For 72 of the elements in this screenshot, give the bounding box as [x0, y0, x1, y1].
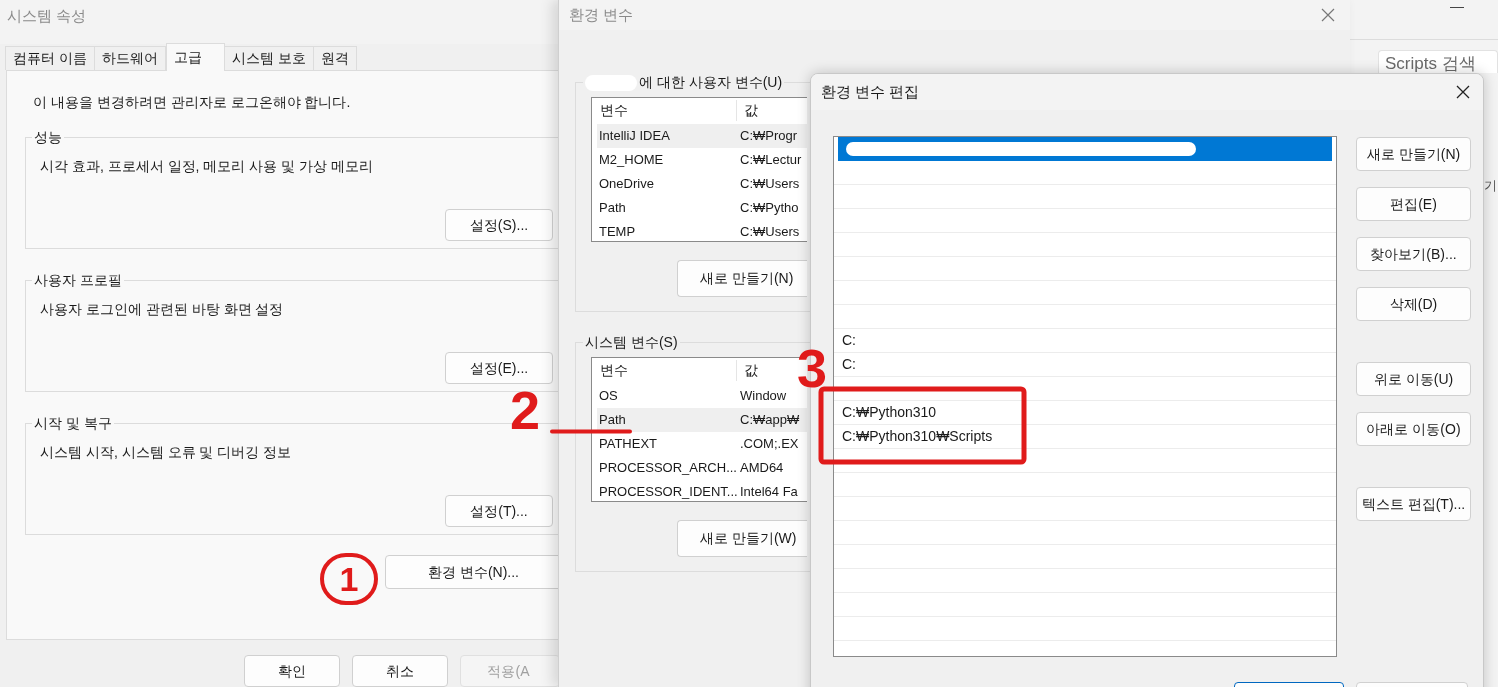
- list-item[interactable]: C:: [834, 353, 1336, 377]
- settings-button[interactable]: 설정(T)...: [445, 495, 553, 527]
- table-cell-text: OneDrive: [598, 175, 655, 194]
- group-description: 시스템 시작, 시스템 오류 및 디버깅 정보: [40, 443, 293, 462]
- new-button[interactable]: 새로 만들기(W): [677, 520, 807, 557]
- group-title: 시스템 변수(S): [585, 333, 678, 352]
- list-item-text: C:₩Python310₩Scripts: [842, 427, 993, 446]
- environment-variables-button[interactable]: 환경 변수(N)...: [385, 555, 560, 589]
- table-cell-text: OS: [598, 387, 619, 406]
- group-title: 사용자 프로필: [33, 271, 123, 290]
- table-cell-text: C:₩Lectur: [739, 151, 802, 170]
- dialog-button[interactable]: 위로 이동(U): [1356, 362, 1471, 396]
- dialog-button[interactable]: 편집(E): [1356, 187, 1471, 221]
- group-title: 시작 및 복구: [33, 414, 113, 433]
- group-title: 에 대한 사용자 변수(U): [639, 73, 783, 92]
- dialog-button[interactable]: 텍스트 편집(T)...: [1356, 487, 1471, 521]
- tab[interactable]: 원격: [312, 46, 357, 70]
- table-cell-text: C:₩app₩: [739, 411, 800, 430]
- tab[interactable]: 컴퓨터 이름: [5, 46, 95, 70]
- dialog-button[interactable]: 찾아보기(B)...: [1356, 237, 1471, 271]
- dialog-button[interactable]: 아래로 이동(O): [1356, 412, 1471, 446]
- table-cell-text: C:₩Progr: [739, 127, 798, 146]
- search-placeholder: Scripts 검색: [1385, 54, 1476, 73]
- dialog-button[interactable]: 확인: [244, 655, 341, 687]
- column-header: 변수: [592, 100, 737, 121]
- table-cell-text: IntelliJ IDEA: [598, 127, 671, 146]
- search-field[interactable]: Scripts 검색: [1378, 50, 1498, 73]
- table-cell-text: Intel64 Fa: [739, 483, 798, 501]
- group-description: 사용자 로그인에 관련된 바탕 화면 설정: [40, 300, 285, 319]
- table-cell-text: C:₩Users: [739, 223, 800, 241]
- list-item-text: C:: [842, 355, 856, 374]
- tab[interactable]: 고급: [165, 43, 225, 71]
- table-cell-text: M2_HOME: [598, 151, 665, 170]
- annotation-number: 1: [320, 553, 378, 605]
- table-cell-text: Window: [739, 387, 787, 406]
- window-title: 환경 변수 편집: [821, 81, 920, 102]
- settings-button[interactable]: 설정(S)...: [445, 209, 553, 241]
- group-description: 시각 효과, 프로세서 일정, 메모리 사용 및 가상 메모리: [40, 157, 374, 176]
- group-title: 성능: [33, 128, 63, 147]
- list-item[interactable]: C:: [834, 329, 1336, 353]
- table-cell-text: .COM;.EX: [739, 435, 799, 454]
- table-row[interactable]: IntelliJ IDEA C:₩Progr: [597, 124, 807, 148]
- list-item[interactable]: [838, 137, 1332, 161]
- dialog-button[interactable]: 새로 만들기(N): [1356, 137, 1471, 171]
- settings-button[interactable]: 설정(E)...: [445, 352, 553, 384]
- table-cell-text: C:₩Users: [739, 175, 800, 194]
- cut-text: 기: [1484, 177, 1497, 195]
- table-row[interactable]: Path C:₩app₩: [597, 408, 807, 432]
- list-item-text: C:: [842, 331, 856, 350]
- table-cell-text: PROCESSOR_IDENT...: [598, 483, 737, 501]
- window-title: 시스템 속성: [7, 7, 87, 24]
- column-header: 값: [743, 101, 759, 120]
- table-cell-text: AMD64: [739, 459, 784, 478]
- list-item[interactable]: C:₩Python310: [834, 401, 1336, 425]
- table-cell-text: C:₩Pytho: [739, 199, 799, 218]
- window-title: 환경 변수: [569, 4, 634, 25]
- new-button[interactable]: 새로 만들기(N): [677, 260, 807, 297]
- table-cell-text: PATHEXT: [598, 435, 659, 454]
- table-cell-text: PROCESSOR_ARCH...: [598, 459, 737, 478]
- tab[interactable]: 하드웨어: [93, 46, 166, 70]
- column-header: 값: [743, 361, 759, 380]
- table-cell-text: Path: [598, 199, 627, 218]
- table-cell-text: Path: [598, 411, 627, 430]
- list-item[interactable]: C:₩Python310₩Scripts: [834, 425, 1336, 449]
- close-icon[interactable]: [1456, 85, 1470, 99]
- dialog-button[interactable]: 삭제(D): [1356, 287, 1471, 321]
- notice-text: 이 내용을 변경하려면 관리자로 로그온해야 합니다.: [33, 93, 352, 111]
- list-item-text: C:₩Python310: [842, 403, 937, 422]
- dialog-button[interactable]: 취소: [352, 655, 449, 687]
- minimize-icon[interactable]: [1450, 7, 1464, 8]
- table-cell-text: TEMP: [598, 223, 637, 241]
- column-header: 변수: [592, 360, 737, 381]
